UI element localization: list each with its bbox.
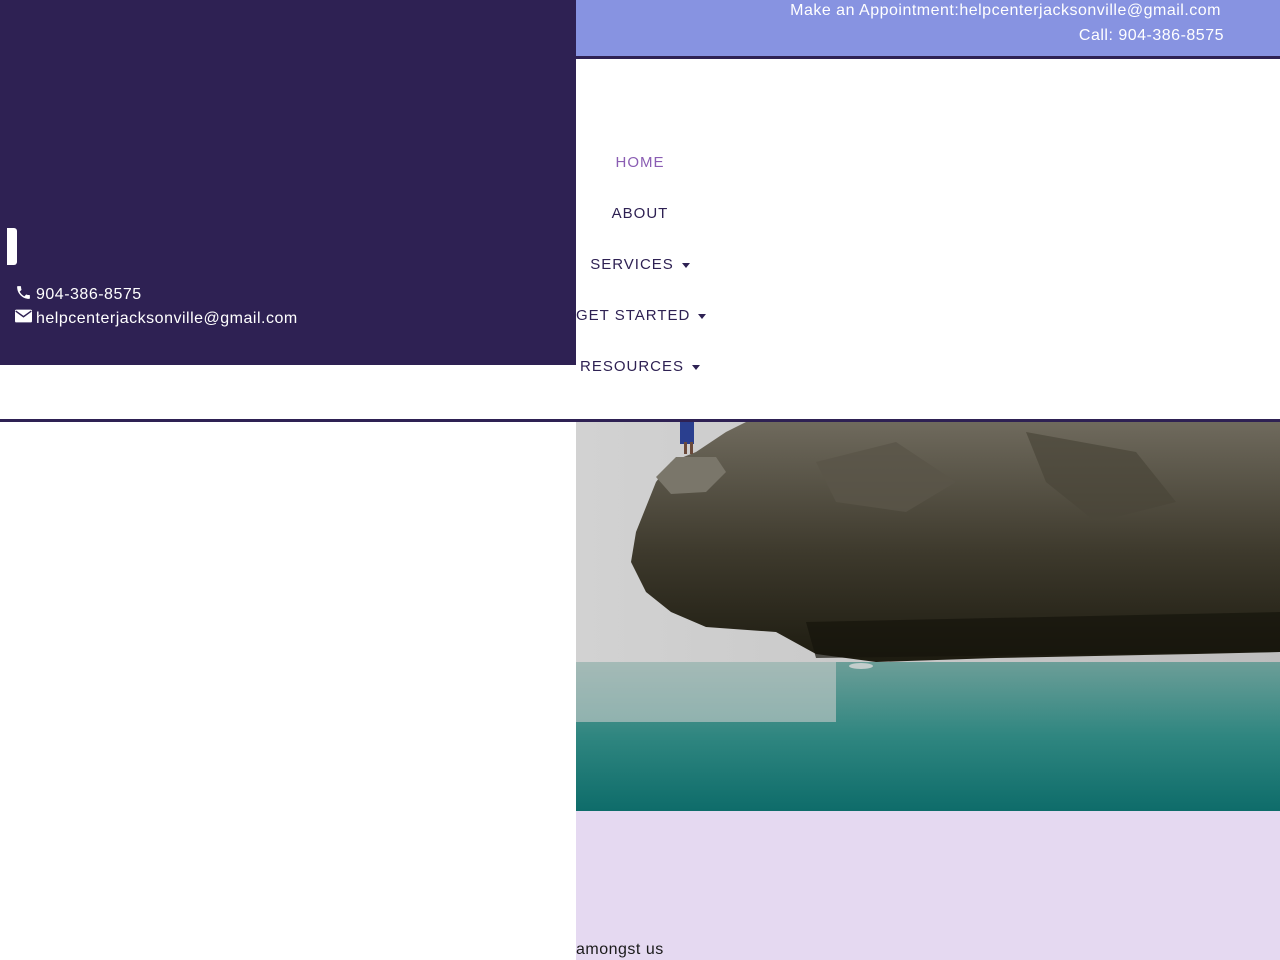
phone-icon (15, 284, 33, 306)
intro-text: amongst us (576, 941, 664, 958)
panel-phone-text: 904-386-8575 (36, 286, 142, 303)
nav-item-get-started[interactable]: GET STARTED (576, 307, 707, 324)
nav-item-resources[interactable]: RESOURCES (576, 358, 704, 375)
panel-email-link[interactable]: helpcenterjacksonville@gmail.com (15, 309, 298, 328)
caret-down-icon (698, 313, 707, 319)
call-phone-link[interactable]: Call: 904-386-8575 (1079, 27, 1224, 45)
hero-image (576, 422, 1280, 811)
panel-email-text: helpcenterjacksonville@gmail.com (36, 309, 298, 327)
panel-phone-link[interactable]: 904-386-8575 (15, 284, 142, 306)
nav-item-home[interactable]: HOME (576, 154, 704, 171)
nav-item-label: GET STARTED (576, 307, 691, 324)
nav-item-label: SERVICES (590, 256, 674, 273)
intro-band (576, 811, 1280, 960)
cliff-water-photo (576, 422, 1280, 811)
side-contact-panel: 904-386-8575 helpcenterjacksonville@gmai… (0, 0, 576, 365)
nav-item-label: RESOURCES (579, 358, 685, 375)
nav-item-label: ABOUT (611, 205, 669, 222)
appointment-email-link[interactable]: Make an Appointment:helpcenterjacksonvil… (790, 2, 1221, 20)
panel-toggle-handle[interactable] (7, 228, 17, 265)
nav-item-label: HOME (615, 154, 665, 171)
caret-down-icon (681, 262, 690, 268)
envelope-icon (15, 309, 33, 328)
nav-item-about[interactable]: ABOUT (576, 205, 704, 222)
caret-down-icon (692, 364, 701, 370)
nav-item-services[interactable]: SERVICES (576, 256, 704, 273)
